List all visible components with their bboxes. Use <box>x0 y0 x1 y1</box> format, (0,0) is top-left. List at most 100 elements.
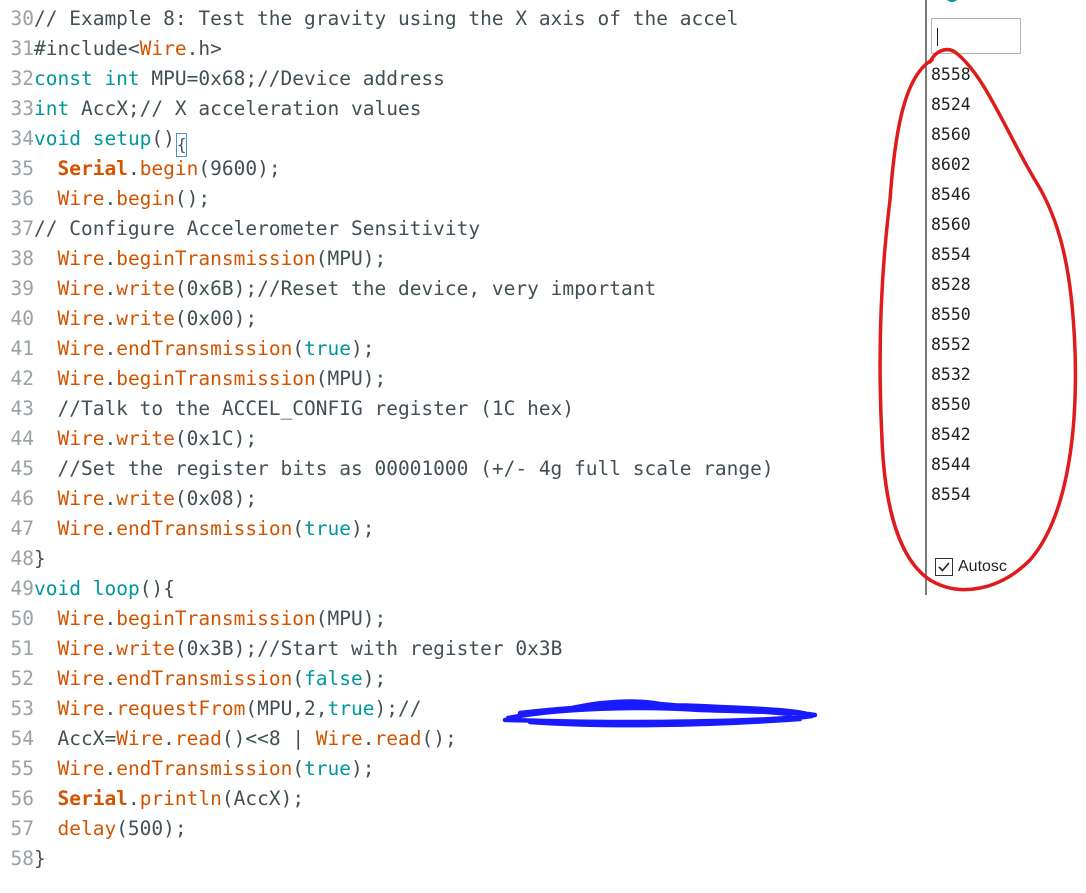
code-line[interactable]: 47 Wire.endTransmission(true); <box>0 514 375 544</box>
code-line[interactable]: 30// Example 8: Test the gravity using t… <box>0 4 739 34</box>
code-token: ( <box>292 757 305 780</box>
code-line[interactable]: 46 Wire.write(0x08); <box>0 484 258 514</box>
code-token: . <box>104 637 117 660</box>
code-token: endTransmission <box>116 667 293 690</box>
code-token: delay <box>57 817 117 840</box>
code-line[interactable]: 38 Wire.beginTransmission(MPU); <box>0 244 387 274</box>
code-line[interactable]: 53 Wire.requestFrom(MPU,2,true);// <box>0 694 433 724</box>
code-line[interactable]: 41 Wire.endTransmission(true); <box>0 334 375 364</box>
code-token: endTransmission <box>116 757 293 780</box>
code-token: begin <box>116 187 175 210</box>
serial-output-line: 8528 <box>931 275 971 294</box>
code-token: . <box>127 787 140 810</box>
code-token: println <box>139 787 222 810</box>
code-token: const int <box>34 67 140 90</box>
code-token: Wire <box>139 37 187 60</box>
code-token: (500); <box>116 817 187 840</box>
code-token: );// <box>374 697 434 720</box>
code-line[interactable]: 54 AccX=Wire.read()<<8 | Wire.read(); <box>0 724 457 754</box>
code-token: endTransmission <box>116 517 293 540</box>
code-token: read <box>374 727 422 750</box>
code-token: true <box>304 757 352 780</box>
line-number: 48 <box>10 547 34 570</box>
line-number: 54 <box>10 727 34 750</box>
code-token: loop <box>92 577 140 600</box>
line-number: 55 <box>10 757 34 780</box>
line-number: 41 <box>10 337 34 360</box>
code-line[interactable]: 45 //Set the register bits as 00001000 (… <box>0 454 774 484</box>
code-line[interactable]: 49void loop(){ <box>0 574 175 604</box>
code-editor[interactable]: 30// Example 8: Test the gravity using t… <box>0 0 920 893</box>
code-token: true <box>304 517 352 540</box>
code-token: begin <box>139 157 199 180</box>
code-token: (); <box>421 727 457 750</box>
code-token: write <box>116 487 175 510</box>
line-number: 51 <box>10 637 34 660</box>
code-token: (9600); <box>198 157 281 180</box>
code-token: . <box>104 697 117 720</box>
code-line[interactable]: 34void setup(){ <box>0 124 187 157</box>
code-token: . <box>104 247 117 270</box>
code-token: Wire <box>57 427 105 450</box>
code-line[interactable]: 55 Wire.endTransmission(true); <box>0 754 375 784</box>
serial-output-line: 8546 <box>931 185 971 204</box>
code-line[interactable]: 39 Wire.write(0x6B);//Reset the device, … <box>0 274 657 304</box>
line-number: 40 <box>10 307 34 330</box>
code-line[interactable]: 37// Configure Accelerometer Sensitivity <box>0 214 481 244</box>
code-line[interactable]: 52 Wire.endTransmission(false); <box>0 664 387 694</box>
code-token: ( <box>292 517 305 540</box>
code-token: Wire <box>57 337 105 360</box>
serial-monitor-icon <box>945 0 959 2</box>
line-number: 33 <box>10 97 34 120</box>
code-token: (){ <box>139 577 175 600</box>
code-line[interactable]: 42 Wire.beginTransmission(MPU); <box>0 364 387 394</box>
line-number: 42 <box>10 367 34 390</box>
checkmark-icon <box>938 562 950 572</box>
serial-output-line: 8544 <box>931 455 971 474</box>
serial-output-line: 8602 <box>931 155 971 174</box>
serial-output-line: 8554 <box>931 245 971 264</box>
autoscroll-checkbox[interactable] <box>935 558 953 576</box>
code-line[interactable]: 56 Serial.println(AccX); <box>0 784 305 814</box>
code-token: write <box>116 637 175 660</box>
code-token: . <box>104 367 117 390</box>
code-token: } <box>34 847 46 870</box>
line-number: 58 <box>10 847 34 870</box>
code-line[interactable]: 51 Wire.write(0x3B);//Start with registe… <box>0 634 563 664</box>
code-line[interactable]: 32const int MPU=0x68;//Device address <box>0 64 445 94</box>
code-token: . <box>104 337 117 360</box>
code-token: ); <box>362 667 387 690</box>
line-number: 30 <box>10 7 34 30</box>
code-token: void <box>34 127 81 150</box>
code-line[interactable]: 40 Wire.write(0x00); <box>0 304 258 334</box>
code-line[interactable]: 57 delay(500); <box>0 814 187 844</box>
line-number: 50 <box>10 607 34 630</box>
code-line[interactable]: 48} <box>0 544 46 574</box>
code-token: Wire <box>315 727 363 750</box>
code-line[interactable]: 50 Wire.beginTransmission(MPU); <box>0 604 387 634</box>
code-token: (0x00); <box>174 307 258 330</box>
code-token: // Configure Accelerometer Sensitivity <box>34 217 481 240</box>
code-line[interactable]: 43 //Talk to the ACCEL_CONFIG register (… <box>0 394 575 424</box>
serial-output-line: 8550 <box>931 395 971 414</box>
code-line[interactable]: 31#include<Wire.h> <box>0 34 222 64</box>
code-token: (MPU); <box>315 607 387 630</box>
code-line[interactable]: 58} <box>0 844 46 874</box>
code-line[interactable]: 35 Serial.begin(9600); <box>0 154 281 184</box>
code-line[interactable]: 44 Wire.write(0x1C); <box>0 424 258 454</box>
code-line[interactable]: 36 Wire.begin(); <box>0 184 211 214</box>
code-token: Wire <box>57 517 105 540</box>
autoscroll-option[interactable]: Autosc <box>935 556 1007 578</box>
code-token: false <box>304 667 363 690</box>
serial-send-input[interactable] <box>931 18 1021 54</box>
serial-output-line: 8552 <box>931 335 971 354</box>
code-line[interactable]: 33int AccX;// X acceleration values <box>0 94 422 124</box>
code-token: . <box>104 427 117 450</box>
